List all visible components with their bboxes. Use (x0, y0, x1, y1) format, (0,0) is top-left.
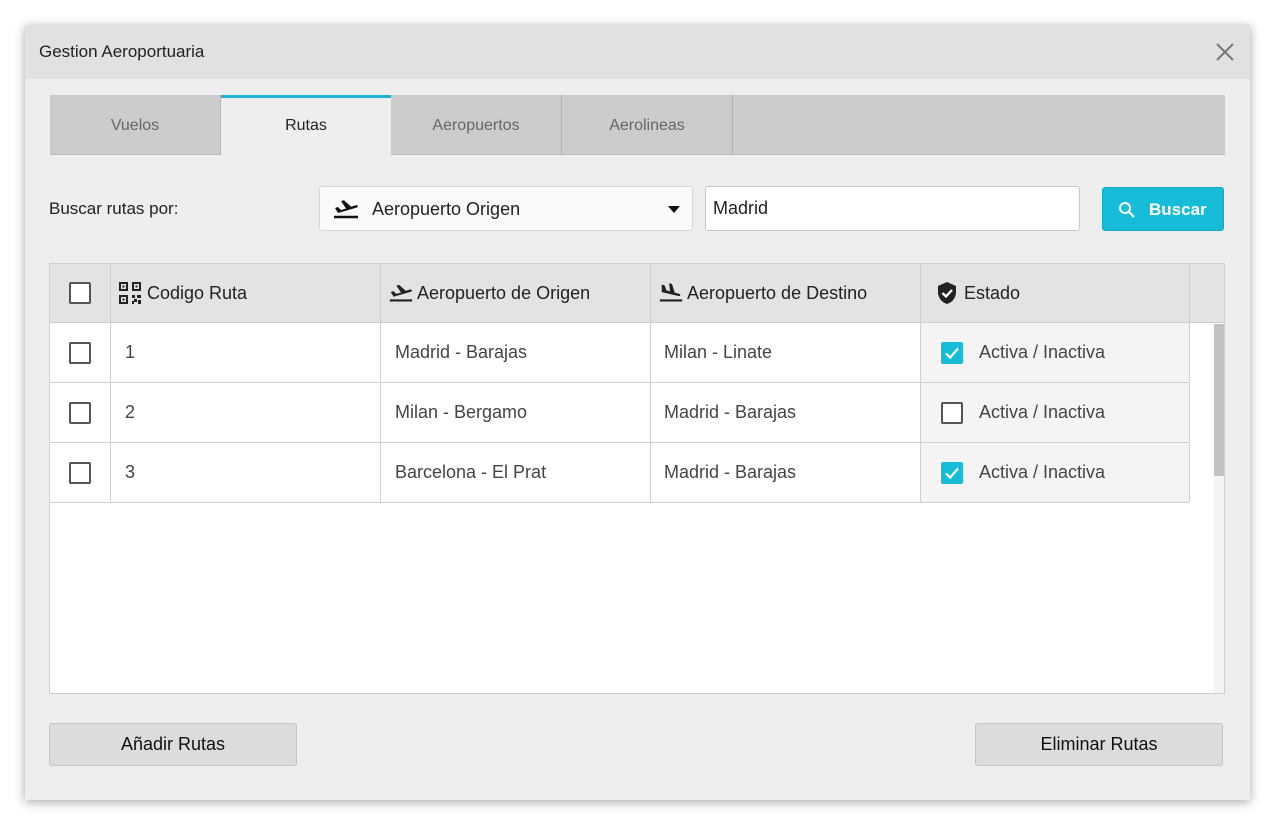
title-bar: Gestion Aeroportuaria (25, 25, 1250, 79)
codigo-value: 3 (125, 462, 136, 482)
codigo-cell: 2 (111, 383, 381, 442)
tab-label: Aeropuertos (432, 117, 520, 134)
check-icon (945, 467, 959, 480)
flight-land-icon (659, 283, 683, 302)
tab-bar: Vuelos Rutas Aeropuertos Aerolineas (50, 95, 1225, 156)
search-field-select[interactable]: Aeropuerto Origen (319, 186, 693, 231)
column-header-label: Aeropuerto de Destino (687, 283, 868, 303)
codigo-cell: 3 (111, 443, 381, 502)
tab-aeropuertos[interactable]: Aeropuertos (391, 95, 562, 155)
destino-cell: Milan - Linate (651, 323, 921, 382)
header-select-cell (50, 264, 111, 322)
estado-checkbox[interactable] (941, 462, 963, 484)
table-row[interactable]: 3 Barcelona - El Prat Madrid - Barajas A… (50, 443, 1190, 503)
destino-value: Milan - Linate (664, 342, 773, 362)
select-all-checkbox[interactable] (69, 282, 91, 304)
search-label: Buscar rutas por: (49, 199, 179, 218)
table-row[interactable]: 1 Madrid - Barajas Milan - Linate Activa… (50, 323, 1190, 383)
row-checkbox[interactable] (69, 342, 91, 364)
check-icon (945, 347, 959, 360)
destino-value: Madrid - Barajas (664, 402, 797, 422)
origen-value: Barcelona - El Prat (395, 462, 547, 482)
estado-cell: Activa / Inactiva (921, 383, 1190, 442)
codigo-cell: 1 (111, 323, 381, 382)
column-header-label: Codigo Ruta (147, 283, 248, 303)
table-row[interactable]: 2 Milan - Bergamo Madrid - Barajas Activ… (50, 383, 1190, 443)
tab-vuelos[interactable]: Vuelos (50, 95, 221, 155)
estado-label: Activa / Inactiva (979, 462, 1106, 482)
tab-aerolineas[interactable]: Aerolineas (562, 95, 733, 155)
qr-code-icon (119, 282, 141, 304)
flight-takeoff-icon (334, 200, 358, 219)
chevron-down-icon (668, 206, 680, 213)
origen-cell: Milan - Bergamo (381, 383, 651, 442)
row-checkbox[interactable] (69, 402, 91, 424)
routes-table: Codigo Ruta Aeropuerto de Origen Aeropue… (49, 263, 1225, 694)
estado-label: Activa / Inactiva (979, 402, 1106, 422)
flight-takeoff-icon (389, 284, 413, 302)
row-checkbox[interactable] (69, 462, 91, 484)
header-codigo[interactable]: Codigo Ruta (111, 264, 381, 322)
search-icon (1119, 202, 1135, 218)
tab-rutas[interactable]: Rutas (221, 95, 391, 156)
destino-value: Madrid - Barajas (664, 462, 797, 482)
dialog-window: Gestion Aeroportuaria Vuelos Rutas Aerop… (25, 25, 1250, 800)
header-destino[interactable]: Aeropuerto de Destino (651, 264, 921, 322)
selected-field-value: Aeropuerto Origen (372, 199, 521, 219)
search-button-label: Buscar (1149, 200, 1207, 219)
search-input[interactable] (705, 186, 1080, 231)
estado-checkbox[interactable] (941, 342, 963, 364)
origen-value: Milan - Bergamo (395, 402, 528, 422)
window-title: Gestion Aeroportuaria (39, 42, 205, 61)
codigo-value: 2 (125, 402, 136, 422)
delete-routes-button[interactable]: Eliminar Rutas (975, 723, 1223, 766)
origen-value: Madrid - Barajas (395, 342, 528, 362)
column-header-label: Estado (964, 283, 1021, 303)
add-routes-button[interactable]: Añadir Rutas (49, 723, 297, 766)
header-estado[interactable]: Estado (921, 264, 1190, 322)
close-button[interactable] (1214, 41, 1236, 63)
close-icon (1216, 43, 1234, 61)
estado-checkbox[interactable] (941, 402, 963, 424)
header-origen[interactable]: Aeropuerto de Origen (381, 264, 651, 322)
destino-cell: Madrid - Barajas (651, 383, 921, 442)
estado-cell: Activa / Inactiva (921, 323, 1190, 382)
tab-label: Vuelos (110, 117, 160, 134)
origen-cell: Madrid - Barajas (381, 323, 651, 382)
destino-cell: Madrid - Barajas (651, 443, 921, 502)
search-button[interactable]: Buscar (1102, 187, 1224, 231)
row-select-cell (50, 443, 111, 502)
tab-label: Rutas (285, 117, 327, 134)
origen-cell: Barcelona - El Prat (381, 443, 651, 502)
row-select-cell (50, 383, 111, 442)
vertical-scrollbar-thumb[interactable] (1214, 324, 1224, 476)
shield-check-icon (938, 282, 956, 304)
estado-cell: Activa / Inactiva (921, 443, 1190, 502)
table-header: Codigo Ruta Aeropuerto de Origen Aeropue… (50, 264, 1224, 323)
codigo-value: 1 (125, 342, 136, 362)
tab-label: Aerolineas (609, 117, 685, 134)
estado-label: Activa / Inactiva (979, 342, 1106, 362)
column-header-label: Aeropuerto de Origen (417, 283, 591, 303)
row-select-cell (50, 323, 111, 382)
